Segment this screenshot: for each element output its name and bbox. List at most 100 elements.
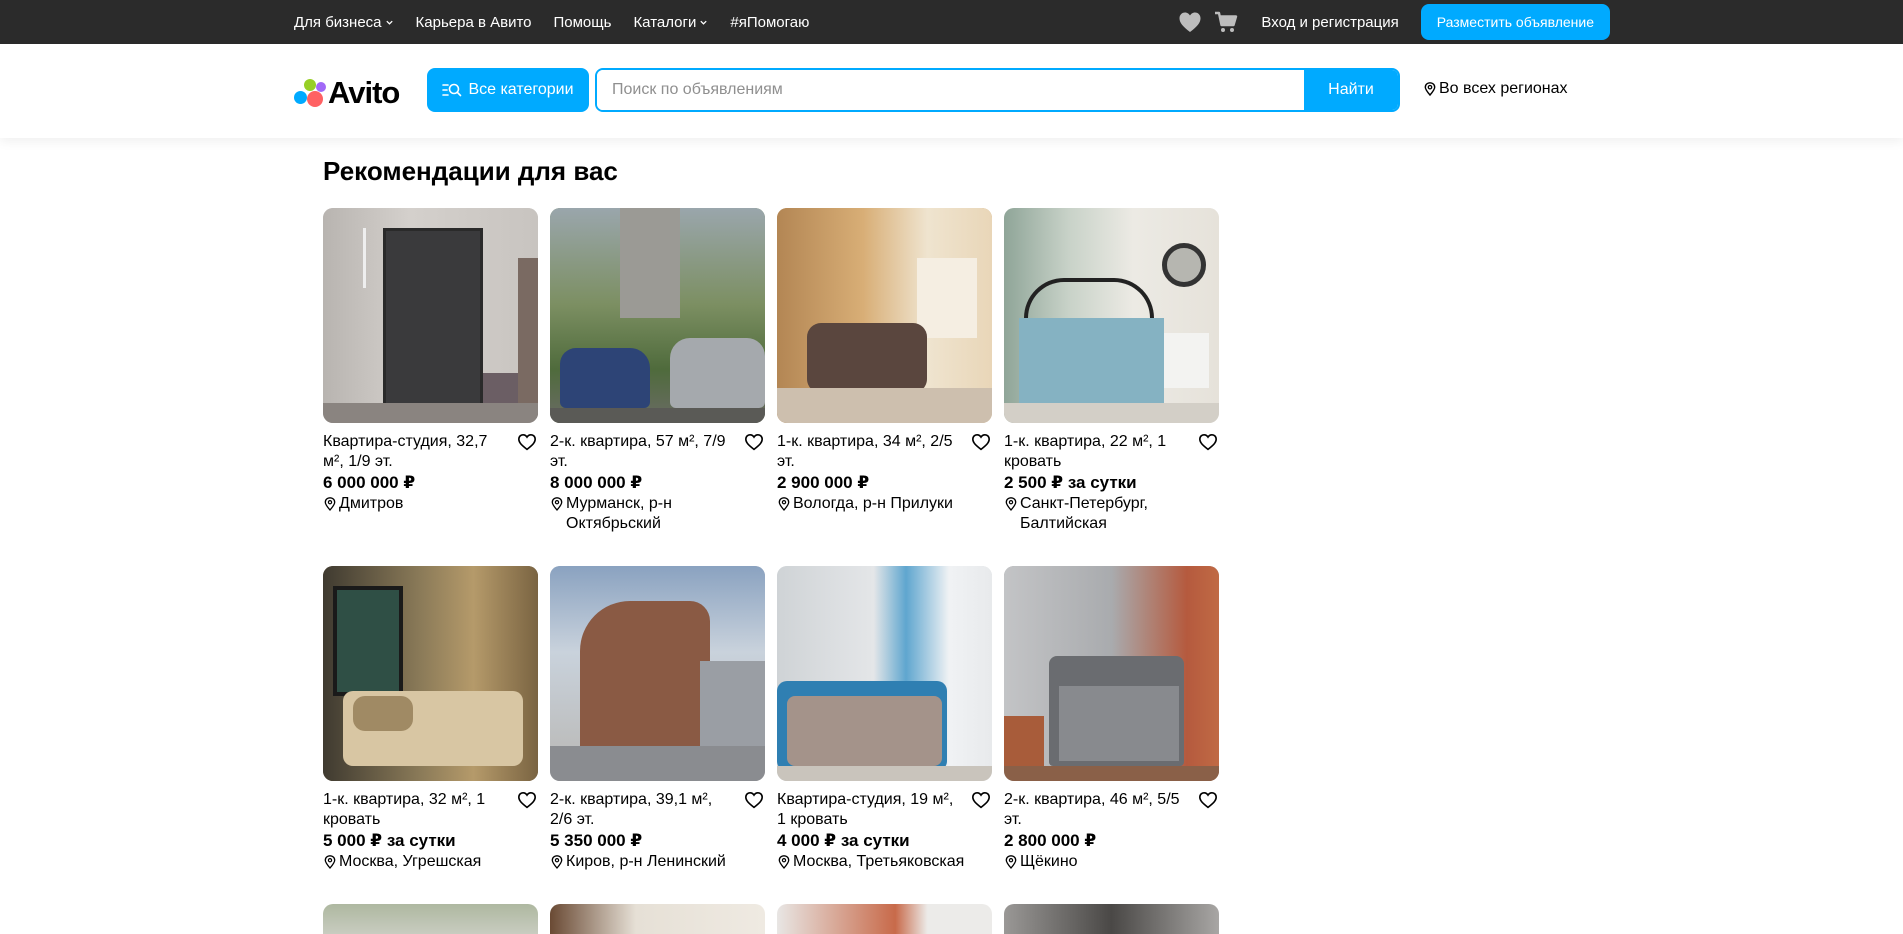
listing-location-text: Дмитров	[339, 495, 404, 512]
listing-location-text: Щёкино	[1020, 853, 1078, 870]
chevron-down-icon	[700, 20, 708, 25]
heart-icon	[517, 791, 537, 809]
location-pin-icon	[551, 855, 563, 869]
listing-title[interactable]: 1-к. квартира, 34 м², 2/5 эт.	[777, 432, 957, 472]
cart-icon	[1215, 11, 1238, 32]
listing-title[interactable]: 2-к. квартира, 57 м², 7/9 эт.	[550, 432, 730, 472]
heart-icon	[1198, 433, 1218, 451]
listing-photo[interactable]	[777, 904, 992, 934]
listing-card[interactable]: Квартира-студия, 19 м², 1 кровать 4 000 …	[777, 566, 992, 872]
listing-photo[interactable]	[1004, 566, 1219, 781]
nav-i-help[interactable]: #яПомогаю	[730, 14, 809, 31]
listing-photo[interactable]	[323, 208, 538, 423]
favorite-button[interactable]	[516, 432, 538, 454]
listing-location: Вологда, р-н Прилуки	[777, 494, 992, 514]
listing-card[interactable]: 2-к. квартира, 57 м², 7/9 эт. 8 000 000 …	[550, 208, 765, 534]
avito-logo[interactable]: Avito	[294, 75, 400, 111]
nav-catalogs[interactable]: Каталоги	[633, 14, 708, 31]
listing-title[interactable]: Квартира-студия, 19 м², 1 кровать	[777, 790, 957, 830]
heart-icon	[517, 433, 537, 451]
location-pin-icon	[324, 855, 336, 869]
listing-price: 6 000 000 ₽	[323, 473, 416, 492]
listing-card[interactable]: 2-к. квартира, 39,1 м², 2/6 эт. 5 350 00…	[550, 566, 765, 872]
all-categories-button[interactable]: Все категории	[427, 68, 589, 112]
listings-grid-next-row	[323, 904, 1219, 934]
listing-location-text: Санкт-Петербург, Балтийская	[1020, 495, 1148, 532]
listing-location: Санкт-Петербург, Балтийская	[1004, 494, 1219, 534]
listing-card[interactable]: 1-к. квартира, 32 м², 1 кровать 5 000 ₽ …	[323, 566, 538, 872]
nav-help[interactable]: Помощь	[554, 14, 612, 31]
listing-title[interactable]: 2-к. квартира, 39,1 м², 2/6 эт.	[550, 790, 730, 830]
listing-card[interactable]: 2-к. квартира, 46 м², 5/5 эт. 2 800 000 …	[1004, 566, 1219, 872]
listing-card[interactable]: Квартира-студия, 32,7 м², 1/9 эт. 6 000 …	[323, 208, 538, 534]
listing-card[interactable]: 1-к. квартира, 34 м², 2/5 эт. 2 900 000 …	[777, 208, 992, 534]
nav-for-business[interactable]: Для бизнеса	[294, 14, 394, 31]
listing-title[interactable]: Квартира-студия, 32,7 м², 1/9 эт.	[323, 432, 503, 472]
nav-career[interactable]: Карьера в Авито	[416, 14, 532, 31]
location-pin-icon	[551, 497, 563, 511]
region-selector[interactable]: Во всех регионах	[1424, 80, 1568, 98]
cart-button[interactable]	[1213, 9, 1239, 35]
listing-location: Москва, Угрешская	[323, 852, 538, 872]
search-bar: Найти	[595, 68, 1400, 112]
top-bar: Для бизнеса Карьера в Авито Помощь Катал…	[0, 0, 1903, 44]
listing-price: 8 000 000 ₽	[550, 473, 643, 492]
nav-label: Каталоги	[633, 13, 697, 31]
listing-location: Мурманск, р-н Октябрьский	[550, 494, 765, 534]
logo-text: Avito	[328, 75, 400, 110]
listing-price: 2 800 000 ₽	[1004, 831, 1097, 850]
top-nav: Для бизнеса Карьера в Авито Помощь Катал…	[294, 0, 831, 44]
listing-card[interactable]: 1-к. квартира, 22 м², 1 кровать 2 500 ₽ …	[1004, 208, 1219, 534]
listing-photo[interactable]	[323, 566, 538, 781]
favorite-button[interactable]	[970, 432, 992, 454]
heart-icon	[1179, 12, 1201, 32]
favorite-button[interactable]	[1197, 790, 1219, 812]
favorites-button[interactable]	[1177, 9, 1203, 35]
listing-photo[interactable]	[1004, 904, 1219, 934]
location-pin-icon	[1424, 82, 1436, 96]
listing-price: 5 350 000 ₽	[550, 831, 643, 850]
listing-location: Щёкино	[1004, 852, 1219, 872]
all-categories-label: Все категории	[468, 81, 574, 98]
listing-location-text: Москва, Угрешская	[339, 853, 482, 870]
listing-photo[interactable]	[1004, 208, 1219, 423]
logo-dots	[294, 79, 326, 107]
top-bar-actions: Вход и регистрация Разместить объявление	[1177, 0, 1610, 44]
search-button[interactable]: Найти	[1304, 70, 1398, 110]
nav-label: Карьера в Авито	[415, 13, 532, 31]
nav-label: Помощь	[553, 13, 612, 31]
listing-title[interactable]: 1-к. квартира, 22 м², 1 кровать	[1004, 432, 1184, 472]
listing-photo[interactable]	[550, 904, 765, 934]
listing-price: 4 000 ₽ за сутки	[777, 831, 910, 850]
favorite-button[interactable]	[743, 790, 765, 812]
listing-photo[interactable]	[550, 208, 765, 423]
listing-location: Киров, р-н Ленинский	[550, 852, 765, 872]
listing-photo[interactable]	[323, 904, 538, 934]
search-input[interactable]	[597, 70, 1304, 110]
location-pin-icon	[778, 497, 790, 511]
nav-label: Для бизнеса	[294, 13, 382, 31]
heart-icon	[971, 791, 991, 809]
login-link[interactable]: Вход и регистрация	[1261, 14, 1398, 31]
listing-photo[interactable]	[777, 208, 992, 423]
section-title: Рекомендации для вас	[323, 156, 618, 186]
listing-location-text: Вологда, р-н Прилуки	[793, 495, 953, 512]
listing-title[interactable]: 1-к. квартира, 32 м², 1 кровать	[323, 790, 503, 830]
listing-price: 2 500 ₽ за сутки	[1004, 473, 1137, 492]
heart-icon	[1198, 791, 1218, 809]
favorite-button[interactable]	[970, 790, 992, 812]
listing-photo[interactable]	[777, 566, 992, 781]
favorite-button[interactable]	[1197, 432, 1219, 454]
location-pin-icon	[778, 855, 790, 869]
listing-photo[interactable]	[550, 566, 765, 781]
favorite-button[interactable]	[516, 790, 538, 812]
post-ad-button[interactable]: Разместить объявление	[1420, 4, 1610, 40]
chevron-down-icon	[385, 20, 393, 25]
location-pin-icon	[324, 497, 336, 511]
listing-location: Дмитров	[323, 494, 538, 514]
listing-location-text: Мурманск, р-н Октябрьский	[566, 495, 672, 532]
listing-title[interactable]: 2-к. квартира, 46 м², 5/5 эт.	[1004, 790, 1184, 830]
location-pin-icon	[1005, 855, 1017, 869]
favorite-button[interactable]	[743, 432, 765, 454]
heart-icon	[971, 433, 991, 451]
